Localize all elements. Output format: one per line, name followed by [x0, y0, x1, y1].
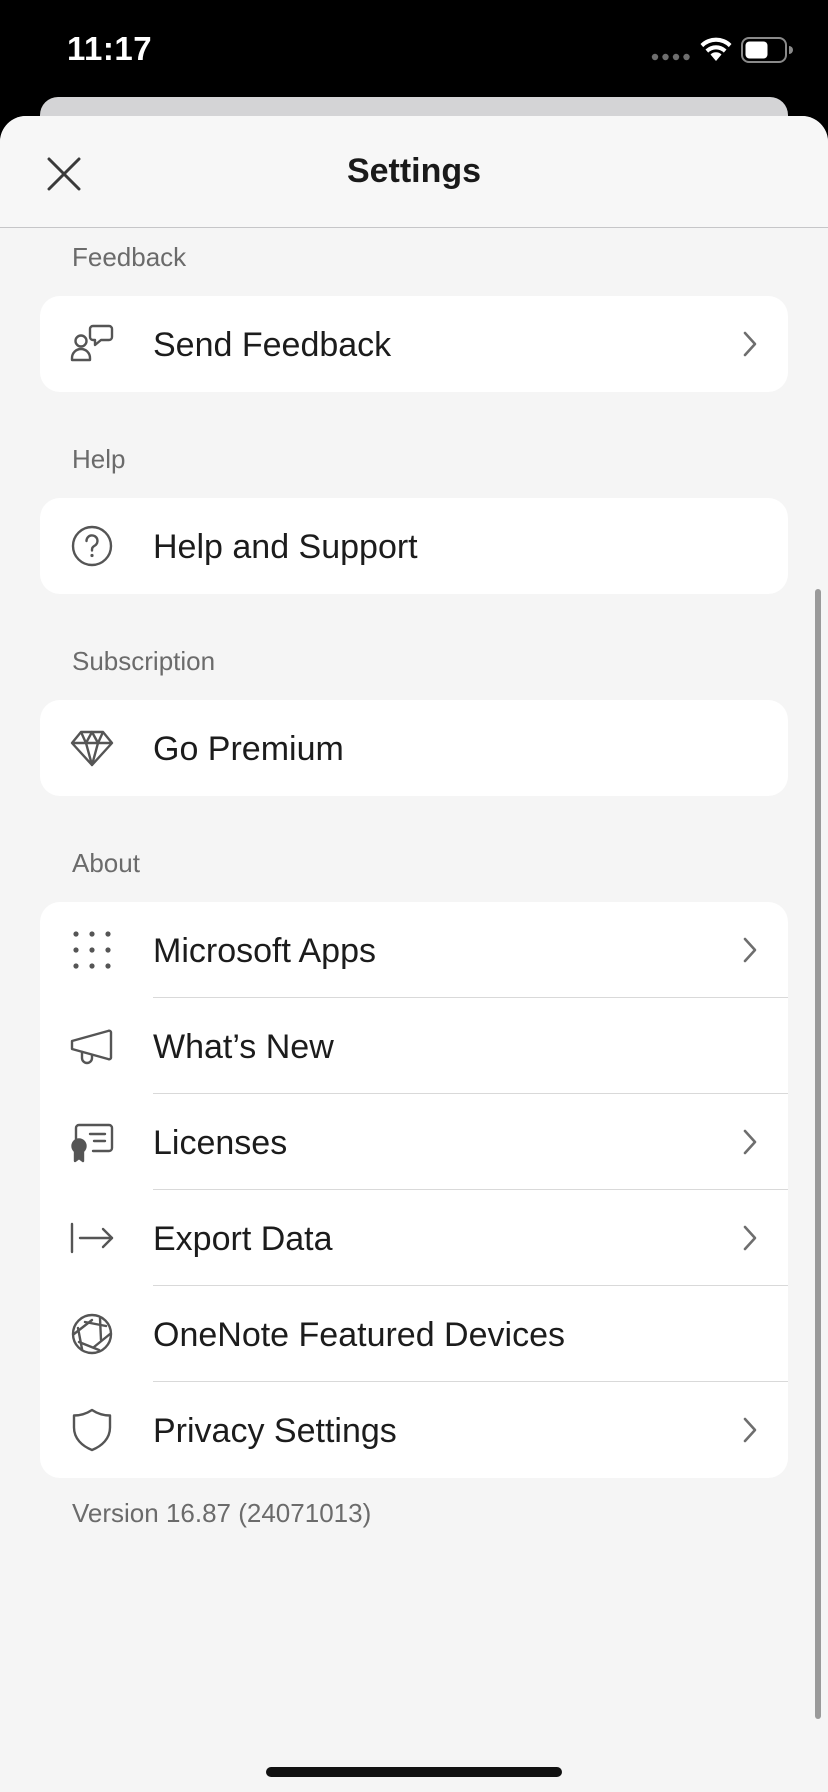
- question-circle-icon: [70, 524, 114, 568]
- export-arrow-icon: [70, 1216, 114, 1260]
- settings-row-onenote-featured-devices[interactable]: OneNote Featured Devices: [40, 1286, 788, 1382]
- settings-row-label: What’s New: [153, 1028, 334, 1066]
- feedback-icon: [70, 322, 114, 366]
- home-indicator[interactable]: [266, 1767, 562, 1777]
- certificate-icon: [70, 1120, 114, 1164]
- settings-row-label: Go Premium: [153, 730, 344, 768]
- page-title: Settings: [346, 152, 482, 190]
- section-label-subscription: Subscription: [72, 646, 216, 676]
- section-label-help: Help: [72, 444, 126, 474]
- settings-row-label: Export Data: [153, 1220, 333, 1258]
- apps-grid-icon: [70, 928, 114, 972]
- battery-icon: [741, 37, 793, 63]
- settings-row-privacy-settings[interactable]: Privacy Settings: [40, 1382, 788, 1478]
- status-bar: 11:17: [0, 0, 828, 96]
- feedback-card: Send Feedback: [40, 296, 788, 392]
- settings-row-label: Microsoft Apps: [153, 932, 376, 970]
- chevron-right-icon: [743, 331, 757, 357]
- status-time: 11:17: [67, 30, 153, 67]
- settings-row-label: Privacy Settings: [153, 1412, 397, 1450]
- megaphone-icon: [70, 1024, 114, 1068]
- about-card: Microsoft Apps What’s New Licenses Expor…: [40, 902, 788, 1478]
- scrollbar[interactable]: [815, 589, 821, 1719]
- settings-row-help-and-support[interactable]: Help and Support: [40, 498, 788, 594]
- chevron-right-icon: [743, 1225, 757, 1251]
- chevron-right-icon: [743, 1129, 757, 1155]
- subscription-card: Go Premium: [40, 700, 788, 796]
- aperture-icon: [70, 1312, 114, 1356]
- settings-row-label: Help and Support: [153, 528, 418, 566]
- settings-row-licenses[interactable]: Licenses: [40, 1094, 788, 1190]
- chevron-right-icon: [743, 937, 757, 963]
- settings-row-whats-new[interactable]: What’s New: [40, 998, 788, 1094]
- chevron-right-icon: [743, 1417, 757, 1443]
- settings-row-send-feedback[interactable]: Send Feedback: [40, 296, 788, 392]
- settings-row-label: Licenses: [153, 1124, 288, 1162]
- shield-icon: [70, 1408, 114, 1452]
- wifi-icon: [700, 37, 732, 61]
- settings-row-go-premium[interactable]: Go Premium: [40, 700, 788, 796]
- sheet-header: Settings: [0, 116, 828, 228]
- settings-row-export-data[interactable]: Export Data: [40, 1190, 788, 1286]
- version-text: Version 16.87 (24071013): [72, 1498, 372, 1528]
- cellular-signal-icon: [651, 53, 690, 61]
- help-card: Help and Support: [40, 498, 788, 594]
- settings-row-microsoft-apps[interactable]: Microsoft Apps: [40, 902, 788, 998]
- section-label-about: About: [72, 848, 140, 878]
- section-label-feedback: Feedback: [72, 242, 187, 272]
- settings-row-label: Send Feedback: [153, 326, 392, 364]
- settings-sheet: Settings Feedback Send Feedback Help Hel…: [0, 116, 828, 1792]
- settings-row-label: OneNote Featured Devices: [153, 1316, 565, 1354]
- diamond-icon: [70, 726, 114, 770]
